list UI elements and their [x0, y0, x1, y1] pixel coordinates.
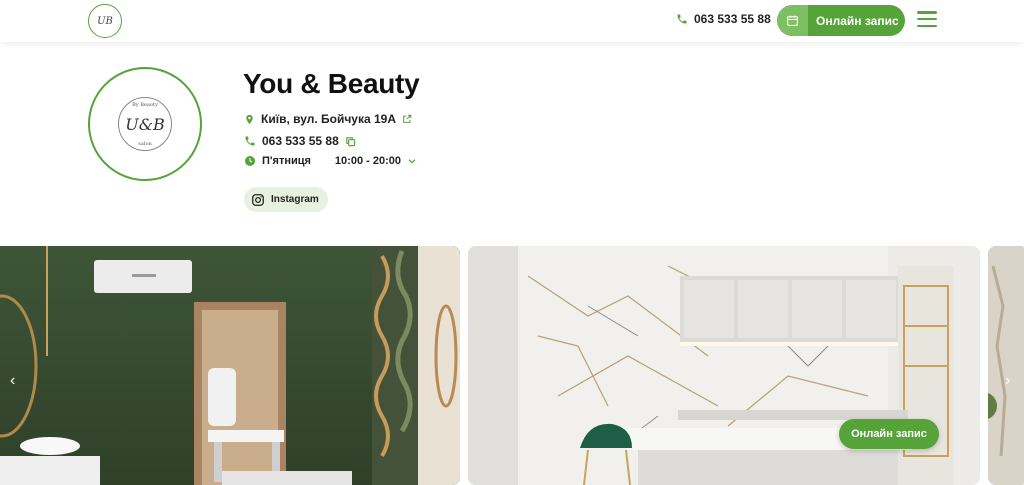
phone-icon: [677, 14, 687, 24]
salon-logo-top-text: By Beauty: [132, 102, 158, 108]
hamburger-menu-icon[interactable]: [917, 11, 937, 27]
salon-address[interactable]: Київ, вул. Бойчука 19А: [244, 112, 412, 126]
gallery-next-arrow-icon[interactable]: ›: [1005, 372, 1010, 390]
salon-logo-bottom-text: salon: [138, 141, 152, 147]
salon-logo-monogram: U&B: [125, 114, 165, 134]
gallery-prev-arrow-icon[interactable]: ‹: [10, 372, 15, 390]
salon-phone-number: 063 533 55 88: [262, 134, 339, 148]
location-pin-icon: [246, 114, 253, 124]
salon-address-text: Київ, вул. Бойчука 19А: [261, 112, 397, 126]
phone-icon: [245, 136, 255, 146]
header-online-booking-button[interactable]: Онлайн запис: [777, 5, 905, 36]
top-header: UB 063 533 55 88 Онлайн запис: [0, 0, 1024, 42]
gallery-online-booking-button[interactable]: Онлайн запис: [839, 419, 939, 449]
header-phone-link[interactable]: 063 533 55 88: [676, 12, 771, 26]
photo-gallery: [0, 246, 1024, 485]
copy-icon[interactable]: [345, 136, 356, 147]
header-logo-monogram: UB: [97, 15, 113, 27]
gallery-photo-treatment-room-green[interactable]: [0, 246, 460, 485]
instagram-icon: [252, 193, 264, 206]
header-logo[interactable]: UB: [88, 4, 122, 38]
hours-day: П'ятниця: [262, 155, 311, 167]
calendar-icon: [777, 5, 808, 36]
header-phone-number: 063 533 55 88: [694, 12, 771, 26]
salon-name: You & Beauty: [243, 68, 420, 99]
clock-icon: [245, 156, 255, 166]
salon-logo: By Beauty U&B salon: [88, 67, 202, 181]
salon-hours[interactable]: П'ятниця 10:00 - 20:00: [244, 155, 417, 167]
hours-time: 10:00 - 20:00: [334, 155, 401, 167]
chevron-down-icon[interactable]: [407, 156, 417, 166]
external-link-icon[interactable]: [402, 114, 412, 124]
instagram-label: Instagram: [271, 194, 319, 205]
gallery-photo-treatment-room-marble[interactable]: [468, 246, 980, 485]
header-online-booking-label: Онлайн запис: [816, 13, 899, 28]
salon-phone[interactable]: 063 533 55 88: [244, 134, 356, 148]
gallery-photo-partial[interactable]: [988, 246, 1024, 485]
instagram-link[interactable]: Instagram: [244, 187, 328, 212]
